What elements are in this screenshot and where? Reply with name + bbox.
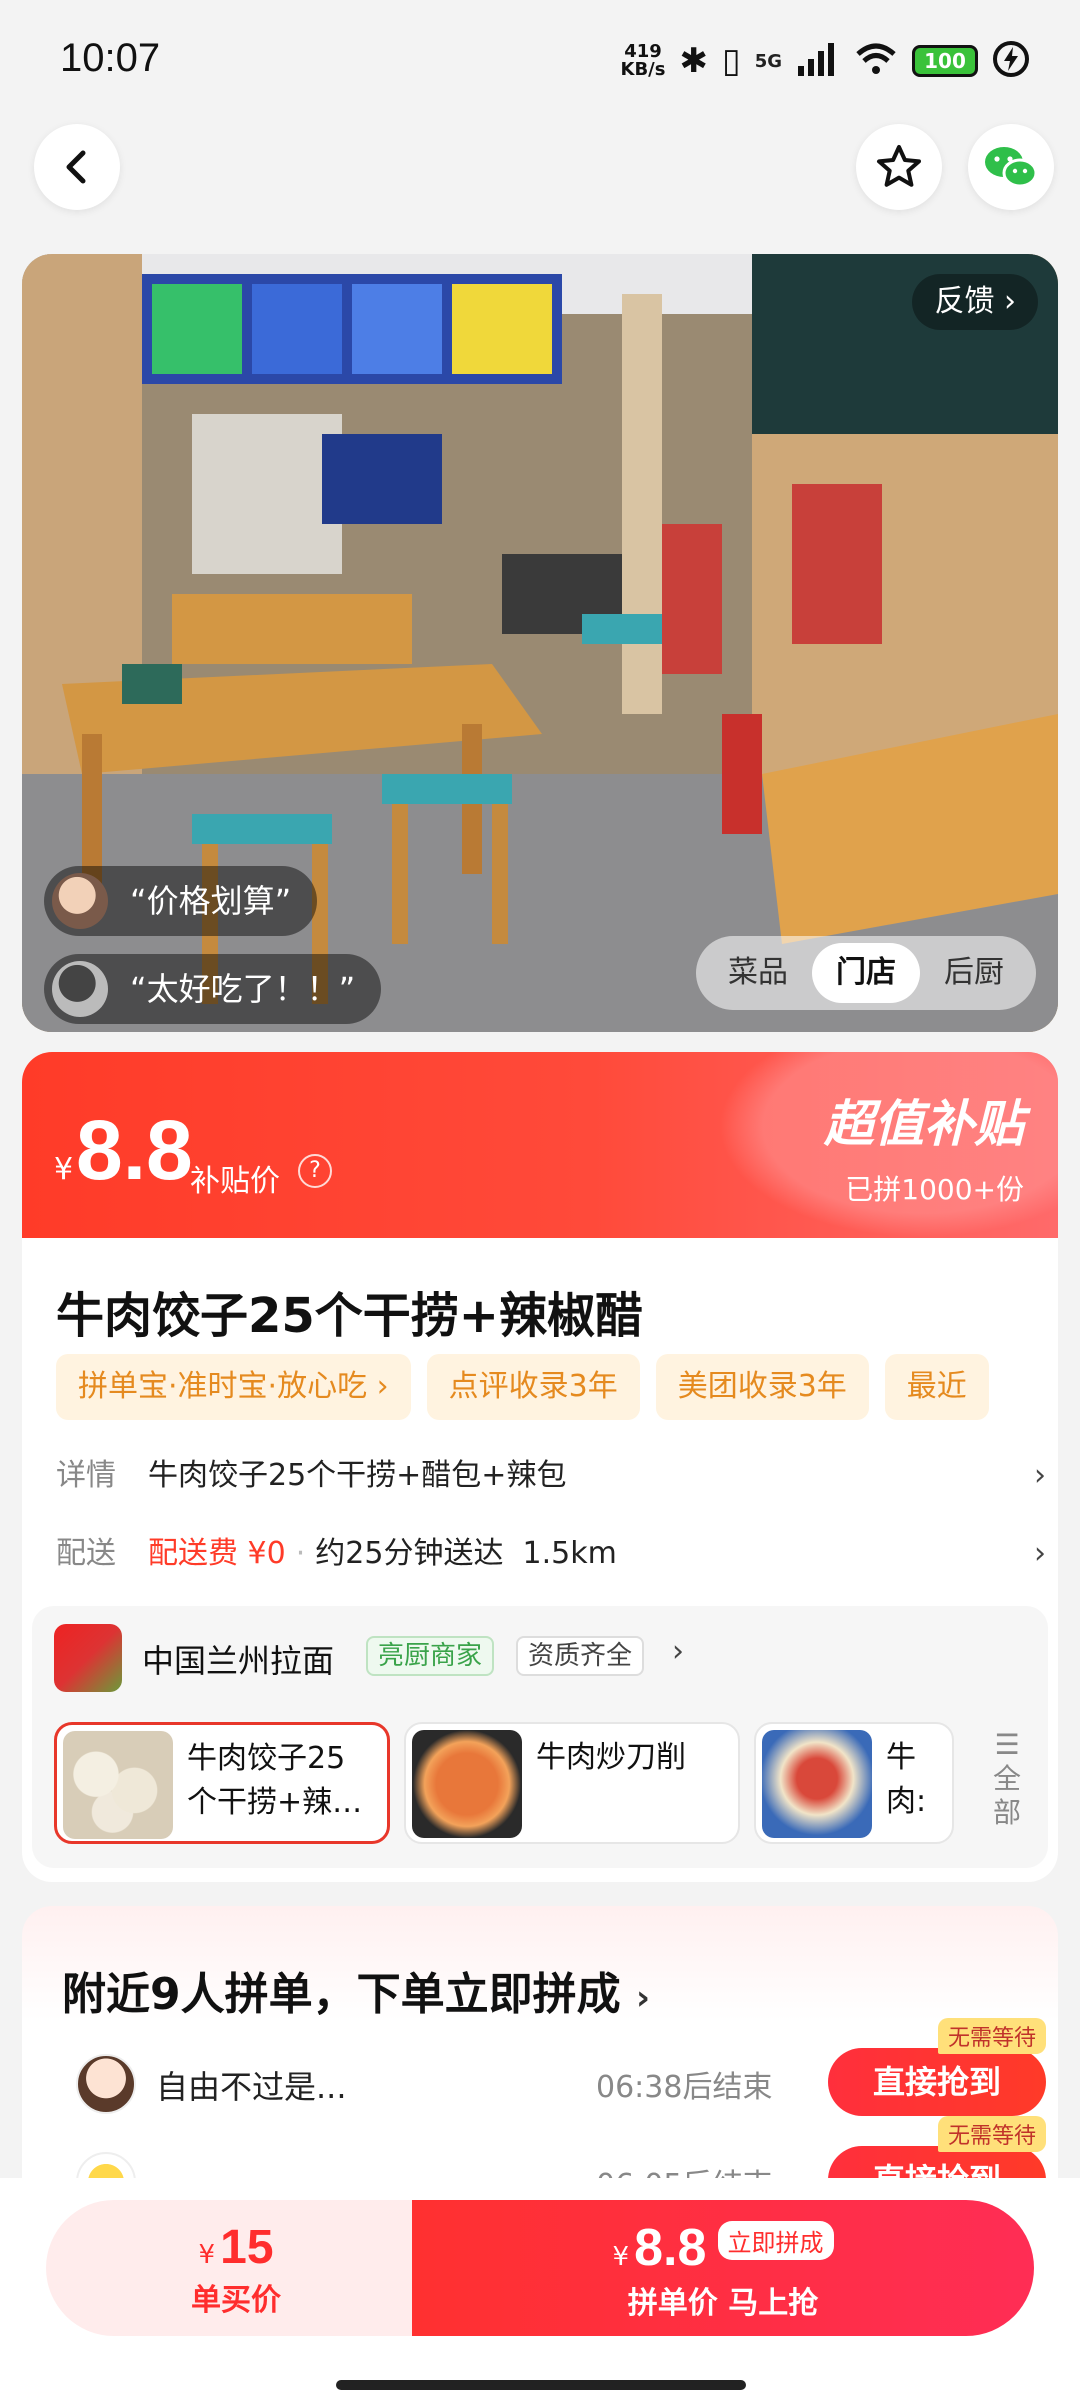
group-currency: ¥ bbox=[612, 2242, 630, 2272]
all-dishes-button[interactable]: ☰ 全部 bbox=[982, 1728, 1032, 1830]
guarantee-tag[interactable]: 拼单宝·准时宝·放心吃 › bbox=[56, 1354, 411, 1420]
price-currency: ¥ bbox=[54, 1152, 74, 1187]
join-group-button[interactable]: 直接抢到 bbox=[828, 2048, 1046, 2116]
tag: 最近 bbox=[884, 1354, 989, 1420]
feedback-button[interactable]: 反馈 › bbox=[912, 274, 1038, 330]
review-quote: “价格划算” bbox=[130, 882, 292, 920]
network-speed: 419 KB/s bbox=[621, 43, 666, 79]
vibrate-icon: ▯ bbox=[721, 41, 741, 81]
shop-block: 中国兰州拉面 亮厨商家 资质齐全 › 牛肉饺子25个干捞+辣… 牛肉炒刀削 牛肉… bbox=[32, 1606, 1048, 1868]
delivery-distance: 1.5km bbox=[522, 1536, 617, 1571]
tab-store[interactable]: 门店 bbox=[812, 943, 920, 1003]
share-wechat-button[interactable] bbox=[968, 124, 1054, 210]
network-type: 5G bbox=[754, 50, 782, 72]
dish-card[interactable]: 牛肉: bbox=[754, 1722, 954, 1844]
review-quote: “太好吃了！！” bbox=[130, 970, 356, 1008]
review-bubble: “太好吃了！！” bbox=[44, 954, 382, 1024]
tab-kitchen[interactable]: 后厨 bbox=[920, 943, 1028, 1003]
delivery-row[interactable]: 配送 配送费 ¥0 · 约25分钟送达 1.5km › bbox=[56, 1524, 1046, 1584]
price-banner: ¥ 8.8 补贴价 ? 超值补贴 已拼1000+份 bbox=[22, 1052, 1058, 1238]
buy-group-button[interactable]: ¥ 8.8 立即拼成 拼单价 马上抢 bbox=[412, 2200, 1034, 2336]
dish-image bbox=[762, 1730, 872, 1838]
chevron-right-icon: › bbox=[1034, 1536, 1046, 1571]
product-card: ¥ 8.8 补贴价 ? 超值补贴 已拼1000+份 牛肉饺子25个干捞+辣椒醋 … bbox=[22, 1052, 1058, 1882]
bluetooth-icon: ✱ bbox=[679, 41, 708, 81]
group-title-text: 附近9人拼单，下单立即拼成 bbox=[62, 1969, 621, 2020]
delivery-time: 约25分钟送达 bbox=[315, 1536, 504, 1571]
help-icon[interactable]: ? bbox=[298, 1154, 332, 1188]
qualification-badge: 资质齐全 bbox=[516, 1636, 645, 1676]
tab-dishes[interactable]: 菜品 bbox=[704, 943, 812, 1003]
group-row: 自由不过是... 06:38后结束 直接抢到 无需等待 bbox=[56, 2018, 1046, 2118]
wechat-icon bbox=[985, 147, 1038, 188]
reviewer-avatar bbox=[52, 873, 108, 929]
subsidy-price-label: 补贴价 bbox=[190, 1164, 280, 1199]
dish-name: 牛肉炒刀削 bbox=[536, 1740, 686, 1775]
bottom-action-bar: ¥ 15 单买价 ¥ 8.8 立即拼成 拼单价 马上抢 bbox=[0, 2178, 1080, 2403]
dish-name: 牛肉: bbox=[886, 1740, 927, 1819]
review-bubble: “价格划算” bbox=[44, 866, 318, 936]
detail-value: 牛肉饺子25个干捞+醋包+辣包 bbox=[148, 1458, 567, 1493]
reviewer-avatar bbox=[52, 961, 108, 1017]
delivery-label: 配送 bbox=[56, 1536, 116, 1571]
network-speed-unit: KB/s bbox=[620, 59, 666, 80]
dish-card[interactable]: 牛肉饺子25个干捞+辣… bbox=[54, 1722, 390, 1844]
dish-name: 牛肉饺子25个干捞+辣… bbox=[187, 1741, 363, 1820]
store-photo[interactable]: 反馈 › “价格划算” “太好吃了！！” 菜品 门店 后厨 bbox=[22, 254, 1058, 1032]
status-bar: 10:07 419 KB/s ✱ ▯ 5G 100 bbox=[0, 0, 1080, 120]
product-title: 牛肉饺子25个干捞+辣椒醋 bbox=[56, 1288, 644, 1344]
group-user-name: 自由不过是... bbox=[156, 2068, 347, 2106]
open-kitchen-badge: 亮厨商家 bbox=[366, 1636, 495, 1676]
no-wait-tip: 无需等待 bbox=[937, 2018, 1046, 2054]
chevron-right-icon: › bbox=[635, 1978, 650, 2018]
shop-logo[interactable] bbox=[54, 1624, 122, 1692]
dish-image bbox=[412, 1730, 522, 1838]
single-price: 15 bbox=[220, 2221, 274, 2274]
instant-group-tag: 立即拼成 bbox=[717, 2221, 834, 2260]
group-end-time: 06:38后结束 bbox=[596, 2070, 773, 2105]
detail-row[interactable]: 详情 牛肉饺子25个干捞+醋包+辣包 › bbox=[56, 1446, 1046, 1506]
shop-name[interactable]: 中国兰州拉面 bbox=[142, 1636, 334, 1682]
delivery-fee: 配送费 ¥0 bbox=[148, 1536, 286, 1571]
star-icon bbox=[877, 145, 921, 187]
subsidy-price: 8.8 bbox=[76, 1103, 193, 1197]
tag: 美团收录3年 bbox=[655, 1354, 869, 1420]
chevron-right-icon[interactable]: › bbox=[672, 1634, 684, 1669]
chevron-right-icon: › bbox=[1034, 1458, 1046, 1493]
wifi-icon bbox=[854, 42, 898, 80]
list-icon: ☰ bbox=[994, 1728, 1020, 1761]
separator-dot: · bbox=[295, 1536, 306, 1571]
battery-icon: 100 bbox=[912, 45, 978, 77]
home-indicator[interactable] bbox=[336, 2380, 746, 2390]
favorite-button[interactable] bbox=[856, 124, 942, 210]
status-icons: 419 KB/s ✱ ▯ 5G 100 bbox=[621, 40, 1031, 82]
group-title[interactable]: 附近9人拼单，下单立即拼成 › bbox=[62, 1958, 650, 2022]
single-currency: ¥ bbox=[198, 2240, 216, 2270]
joined-count: 已拼1000+份 bbox=[845, 1173, 1024, 1206]
buy-single-button[interactable]: ¥ 15 单买价 bbox=[46, 2200, 426, 2336]
all-label: 全部 bbox=[992, 1762, 1021, 1829]
detail-label: 详情 bbox=[56, 1458, 116, 1493]
user-avatar bbox=[76, 2054, 136, 2114]
chevron-left-icon bbox=[66, 150, 86, 184]
charging-icon bbox=[992, 40, 1030, 82]
single-price-label: 单买价 bbox=[191, 2283, 281, 2318]
photo-tab-switcher: 菜品 门店 后厨 bbox=[696, 936, 1036, 1010]
tag-list: 拼单宝·准时宝·放心吃 › 点评收录3年 美团收录3年 最近 bbox=[56, 1354, 1046, 1424]
group-price: 8.8 bbox=[634, 2219, 707, 2277]
promo-title: 超值补贴 bbox=[824, 1095, 1024, 1153]
status-time: 10:07 bbox=[60, 36, 161, 80]
dish-image bbox=[63, 1731, 173, 1839]
no-wait-tip: 无需等待 bbox=[937, 2116, 1046, 2152]
dish-card[interactable]: 牛肉炒刀削 bbox=[404, 1722, 740, 1844]
back-button[interactable] bbox=[34, 124, 120, 210]
tag: 点评收录3年 bbox=[426, 1354, 640, 1420]
group-price-label: 拼单价 马上抢 bbox=[627, 2286, 819, 2321]
feedback-label: 反馈 bbox=[934, 284, 995, 319]
signal-icon bbox=[796, 42, 840, 80]
